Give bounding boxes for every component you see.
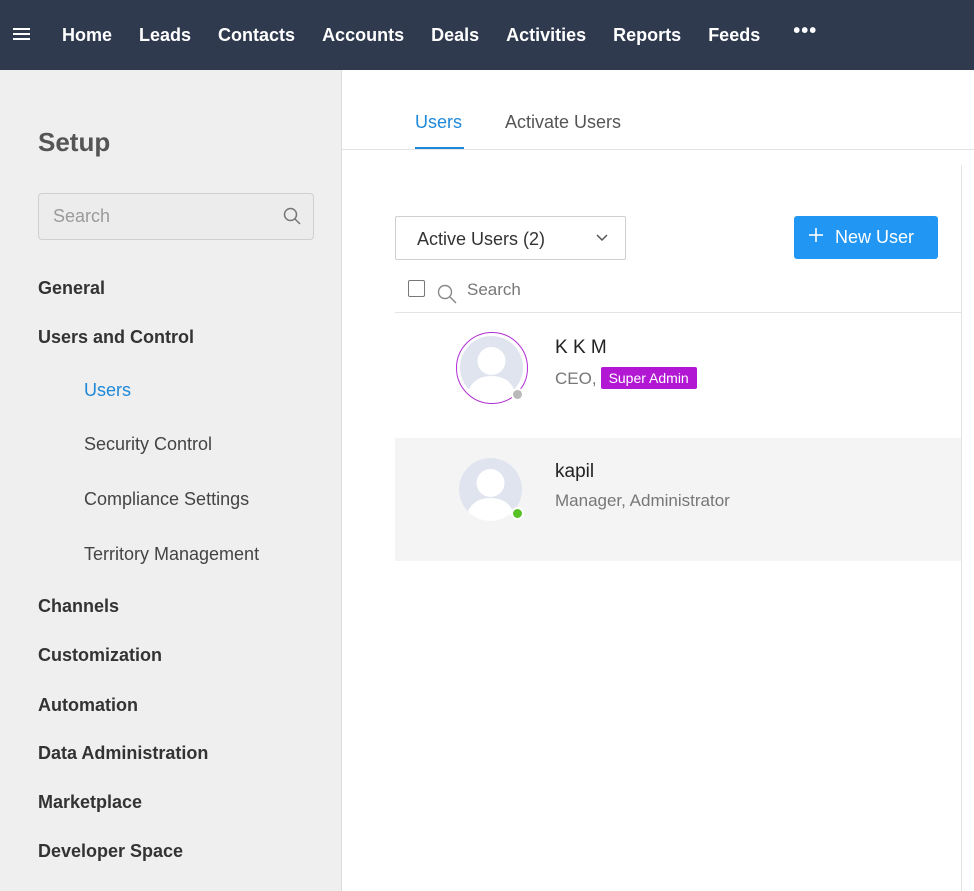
nav-leads[interactable]: Leads: [139, 25, 191, 46]
active-tab-indicator: [415, 147, 464, 149]
hamburger-menu-icon[interactable]: [0, 0, 62, 70]
sidebar-item-territory-management[interactable]: Territory Management: [84, 544, 259, 565]
users-tabs: Users Activate Users: [342, 70, 974, 150]
sidebar-item-general[interactable]: General: [38, 278, 105, 299]
sidebar-item-marketplace[interactable]: Marketplace: [38, 792, 142, 813]
search-icon[interactable]: [283, 207, 301, 225]
content-divider: [961, 165, 962, 891]
status-indicator-online: [511, 507, 524, 520]
tab-users[interactable]: Users: [415, 112, 462, 133]
sidebar-item-channels[interactable]: Channels: [38, 596, 119, 617]
new-user-label: New User: [835, 227, 915, 247]
nav-contacts[interactable]: Contacts: [218, 25, 295, 46]
setup-sidebar: Setup General Users and Control Users Se…: [0, 70, 342, 891]
user-role: CEO, Super Admin: [555, 367, 697, 389]
nav-deals[interactable]: Deals: [431, 25, 479, 46]
user-filter-dropdown[interactable]: Active Users (2): [395, 216, 626, 260]
top-nav-bar: Home Leads Contacts Accounts Deals Activ…: [0, 0, 974, 70]
user-search-input[interactable]: [467, 276, 667, 304]
user-role-text: CEO,: [555, 369, 597, 388]
sidebar-item-data-administration[interactable]: Data Administration: [38, 743, 208, 764]
nav-reports[interactable]: Reports: [613, 25, 681, 46]
sidebar-item-users-and-control[interactable]: Users and Control: [38, 327, 194, 348]
nav-home[interactable]: Home: [62, 25, 112, 46]
user-list-header: [395, 270, 961, 313]
select-all-checkbox[interactable]: [408, 280, 425, 297]
nav-feeds[interactable]: Feeds: [708, 25, 760, 46]
user-filter-selected: Active Users (2): [417, 229, 546, 249]
new-user-button[interactable]: New User: [794, 216, 938, 259]
user-name: K K M: [555, 337, 607, 358]
tab-activate-users[interactable]: Activate Users: [505, 112, 621, 133]
chevron-down-icon: [596, 234, 608, 242]
sidebar-search-input[interactable]: [39, 194, 279, 239]
super-admin-badge: Super Admin: [600, 367, 697, 389]
nav-accounts[interactable]: Accounts: [322, 25, 404, 46]
setup-title: Setup: [38, 127, 111, 157]
more-icon[interactable]: •••: [793, 20, 817, 43]
user-role: Manager, Administrator: [555, 491, 730, 510]
user-row[interactable]: K K M CEO, Super Admin: [395, 315, 961, 438]
sidebar-item-security-control[interactable]: Security Control: [84, 434, 212, 455]
sidebar-item-users[interactable]: Users: [84, 380, 131, 401]
user-name: kapil: [555, 461, 595, 482]
sidebar-item-automation[interactable]: Automation: [38, 695, 138, 716]
user-row[interactable]: kapil Manager, Administrator: [395, 438, 961, 561]
nav-activities[interactable]: Activities: [506, 25, 586, 46]
search-icon: [437, 284, 457, 304]
status-indicator-offline: [511, 388, 524, 401]
sidebar-item-developer-space[interactable]: Developer Space: [38, 841, 183, 862]
sidebar-search-box: [38, 193, 314, 240]
plus-icon: [809, 228, 823, 242]
sidebar-item-customization[interactable]: Customization: [38, 645, 162, 666]
sidebar-item-compliance-settings[interactable]: Compliance Settings: [84, 489, 249, 510]
